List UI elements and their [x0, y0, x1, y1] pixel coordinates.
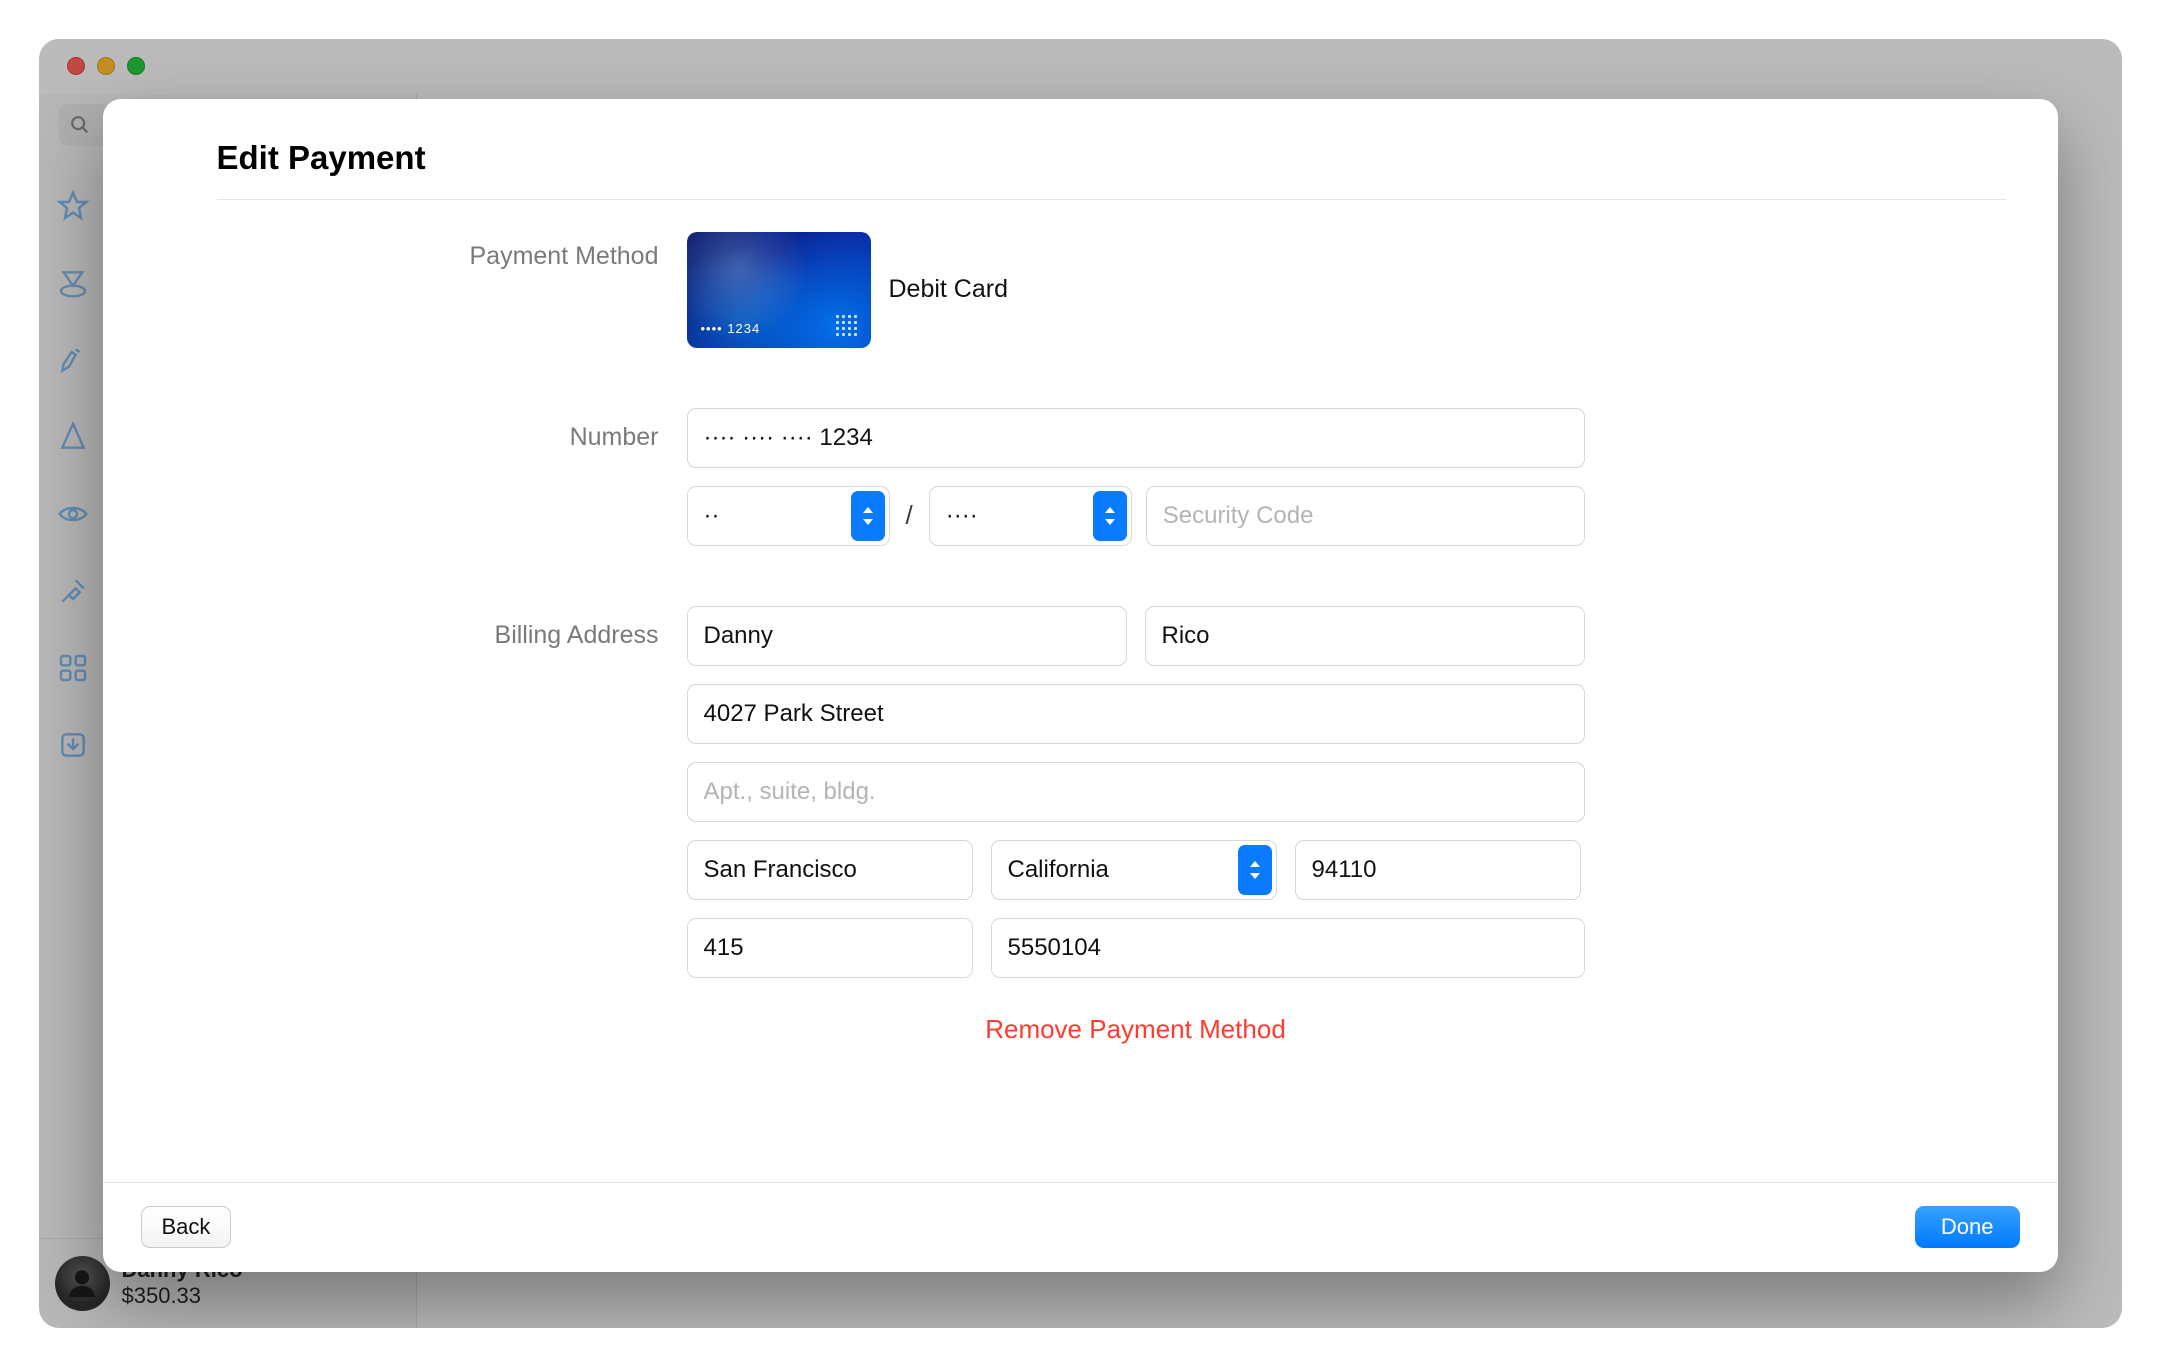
phone-area-field[interactable] [687, 918, 973, 978]
card-art: •••• 1234 [687, 232, 871, 348]
zip-field[interactable] [1295, 840, 1581, 900]
first-name-field[interactable] [687, 606, 1127, 666]
street-field[interactable] [687, 684, 1585, 744]
payment-method-label: Payment Method [103, 232, 663, 271]
exp-month-select[interactable]: ·· [687, 486, 890, 546]
phone-number-field[interactable] [991, 918, 1585, 978]
app-window-capture: Danny Rico $350.33 Edit Payment Payment … [39, 39, 2122, 1328]
stepper-handle-icon [851, 491, 885, 541]
state-value: California [1008, 856, 1109, 884]
exp-month-value: ·· [704, 502, 720, 530]
remove-payment-link[interactable]: Remove Payment Method [687, 1014, 1585, 1045]
billing-address-label: Billing Address [103, 621, 663, 650]
card-number-field[interactable] [687, 408, 1585, 468]
sheet-title: Edit Payment [217, 139, 2006, 177]
edit-payment-sheet: Edit Payment Payment Method •••• 1234 [103, 99, 2058, 1272]
sheet-footer: Back Done [103, 1182, 2058, 1272]
card-number-label: Number [103, 423, 663, 452]
stepper-handle-icon [1238, 845, 1272, 895]
street2-field[interactable] [687, 762, 1585, 822]
exp-year-value: ···· [946, 502, 978, 530]
exp-separator: / [904, 500, 915, 531]
back-button[interactable]: Back [141, 1206, 232, 1248]
security-code-field[interactable] [1146, 486, 1585, 546]
state-select[interactable]: California [991, 840, 1277, 900]
sheet-header: Edit Payment [103, 99, 2058, 199]
stepper-handle-icon [1093, 491, 1127, 541]
exp-year-select[interactable]: ···· [929, 486, 1132, 546]
done-button[interactable]: Done [1915, 1206, 2020, 1248]
payment-type: Debit Card [889, 275, 1009, 304]
payment-method-field: •••• 1234 Debit Card [687, 232, 1585, 348]
last-name-field[interactable] [1145, 606, 1585, 666]
city-field[interactable] [687, 840, 973, 900]
card-last4: •••• 1234 [701, 321, 761, 336]
card-chip-icon [836, 315, 857, 336]
sheet-body: Payment Method •••• 1234 Debit Card [103, 200, 2058, 1182]
